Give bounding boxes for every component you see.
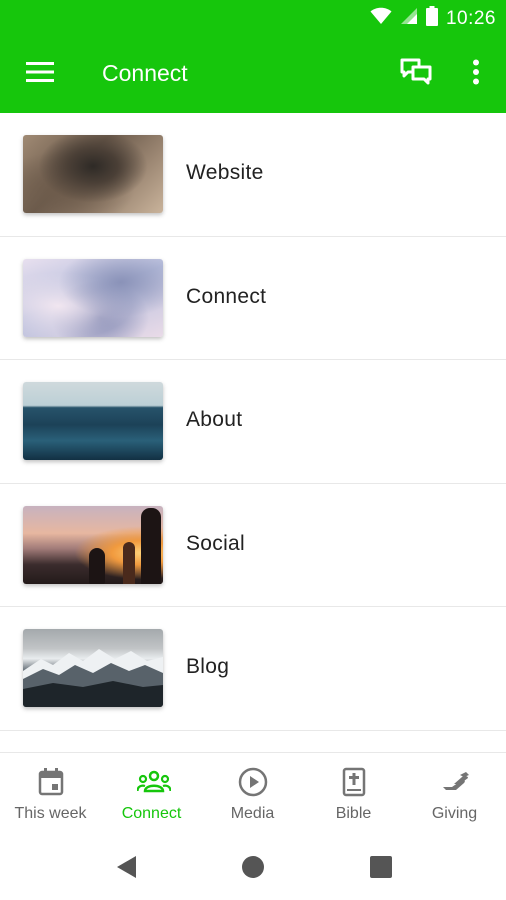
website-thumbnail [23, 135, 163, 213]
nav-giving[interactable]: Giving [404, 753, 505, 833]
nav-label: Bible [335, 805, 372, 822]
status-icons: 10:26 [370, 6, 496, 31]
list-item-label: Blog [186, 655, 230, 679]
nav-this-week[interactable]: This week [0, 753, 101, 833]
list-item-social[interactable]: Social [0, 483, 506, 608]
wifi-icon [370, 7, 392, 30]
app-screen: 10:26 Connect Website Connect About Soci… [0, 0, 506, 900]
more-options-button[interactable] [458, 56, 494, 92]
home-icon[interactable] [240, 854, 266, 880]
people-icon [135, 767, 172, 797]
chat-button[interactable] [396, 56, 436, 92]
social-thumbnail [23, 505, 163, 584]
giving-hand-icon [440, 767, 470, 797]
play-circle-icon [238, 767, 268, 797]
list-item-about[interactable]: About [0, 360, 506, 484]
more-vert-icon [472, 59, 480, 90]
app-bar: Connect [0, 36, 506, 113]
list-item-label: Social [186, 531, 245, 555]
list-item-connect[interactable]: Connect [0, 236, 506, 361]
blog-thumbnail [23, 629, 163, 708]
nav-label: Giving [431, 805, 478, 822]
list-item-website[interactable]: Website [0, 113, 506, 237]
nav-label: This week [14, 805, 87, 822]
recents-icon[interactable] [368, 854, 394, 880]
connect-thumbnail [23, 258, 163, 337]
about-thumbnail [23, 382, 163, 461]
cellular-signal-icon [400, 7, 418, 30]
nav-media[interactable]: Media [202, 753, 303, 833]
back-icon[interactable] [114, 854, 140, 880]
battery-icon [425, 6, 438, 31]
list-item-label: Website [186, 161, 264, 184]
list-item-blog[interactable]: Blog [0, 607, 506, 731]
bottom-navigation: This week Connect Media Bible Giving [0, 752, 506, 832]
list-item-label: Connect [186, 284, 267, 308]
list-item-label: About [186, 408, 243, 432]
calendar-icon [36, 767, 66, 797]
hamburger-menu-icon [26, 61, 54, 88]
nav-connect[interactable]: Connect [101, 753, 202, 833]
status-time: 10:26 [445, 7, 496, 29]
nav-label: Connect [121, 805, 182, 822]
menu-button[interactable] [20, 56, 60, 92]
nav-bible[interactable]: Bible [303, 753, 404, 833]
nav-label: Media [230, 805, 275, 822]
bible-icon [339, 767, 369, 797]
page-title: Connect [102, 60, 188, 86]
connect-list: Website Connect About Social Blog [0, 113, 506, 731]
chat-icon [400, 57, 432, 92]
system-navigation-bar [0, 832, 506, 900]
status-bar: 10:26 [0, 0, 506, 36]
